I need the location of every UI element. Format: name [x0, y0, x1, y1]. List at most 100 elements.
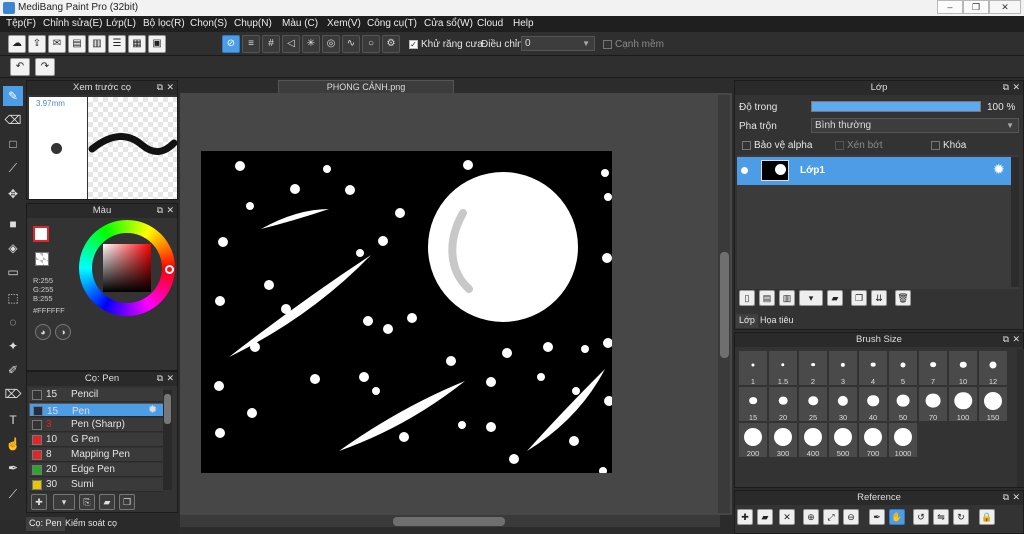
- hue-handle[interactable]: [165, 265, 174, 274]
- brush-item-edge-pen[interactable]: 20 Edge Pen: [29, 463, 163, 477]
- duplicate-layer-icon[interactable]: ❐: [851, 290, 867, 306]
- protect-alpha-checkbox[interactable]: [742, 141, 751, 150]
- vanish-snap-icon[interactable]: ◁: [282, 35, 300, 53]
- close-button[interactable]: ✕: [989, 0, 1021, 14]
- float-icon[interactable]: ⧉: [1003, 82, 1009, 93]
- dot-tool-icon[interactable]: ⟋: [3, 158, 23, 178]
- sharp-edge-checkbox[interactable]: [603, 40, 612, 49]
- brush-size-option[interactable]: 500: [829, 423, 857, 458]
- minimize-button[interactable]: –: [937, 0, 963, 14]
- adjust-select[interactable]: 0 ▼: [521, 36, 595, 51]
- brush-size-option[interactable]: 15: [739, 387, 767, 422]
- palette-settings-icon[interactable]: ◑: [55, 324, 71, 340]
- close-icon[interactable]: ✕: [166, 373, 174, 384]
- move-tool-icon[interactable]: ✥: [3, 184, 23, 204]
- hand-icon[interactable]: ✋: [889, 509, 905, 525]
- close-icon[interactable]: ✕: [1012, 334, 1020, 345]
- brush-tool-icon[interactable]: ✎: [3, 86, 23, 106]
- foreground-color-swatch[interactable]: [33, 226, 49, 242]
- brush-item-pencil[interactable]: 15 Pencil: [29, 388, 163, 402]
- select-eraser-tool-icon[interactable]: ⌦: [3, 384, 23, 404]
- brush-size-scrollbar[interactable]: [1017, 349, 1024, 487]
- menu-cloud[interactable]: Cloud: [477, 18, 503, 29]
- close-reference-icon[interactable]: ✕: [779, 509, 795, 525]
- brush-size-option[interactable]: 300: [769, 423, 797, 458]
- brush-size-option[interactable]: 1.5: [769, 351, 797, 386]
- brush-size-option[interactable]: 1: [739, 351, 767, 386]
- opacity-slider[interactable]: [811, 101, 981, 112]
- eyedropper-tool-icon[interactable]: ✒: [3, 458, 23, 478]
- menu-help[interactable]: Help: [513, 18, 534, 29]
- vertical-scroll-thumb[interactable]: [720, 252, 729, 358]
- menu-capture[interactable]: Chụp(N): [234, 18, 272, 29]
- undo-icon[interactable]: ↶: [10, 58, 30, 76]
- chat-icon[interactable]: ▤: [68, 35, 86, 53]
- ellipse-snap-icon[interactable]: ○: [362, 35, 380, 53]
- menu-tools[interactable]: Công cụ(T): [367, 18, 417, 29]
- brush-size-option[interactable]: 10: [949, 351, 977, 386]
- rotate-right-icon[interactable]: ↻: [953, 509, 969, 525]
- brush-size-option[interactable]: 30: [829, 387, 857, 422]
- bucket-tool-icon[interactable]: ◈: [3, 238, 23, 258]
- list-icon[interactable]: ☰: [108, 35, 126, 53]
- add-reference-icon[interactable]: ✚: [737, 509, 753, 525]
- lock-reference-icon[interactable]: 🔒: [979, 509, 995, 525]
- background-color-swatch[interactable]: [35, 252, 49, 266]
- tab-brush-control[interactable]: Kiểm soát cọ: [62, 517, 120, 531]
- float-icon[interactable]: ⧉: [157, 373, 163, 384]
- brush-size-option[interactable]: 200: [739, 423, 767, 458]
- rotate-left-icon[interactable]: ↺: [913, 509, 929, 525]
- open-folder-icon[interactable]: ▰: [757, 509, 773, 525]
- hue-wheel[interactable]: [79, 220, 175, 316]
- circle-snap-icon[interactable]: ◎: [322, 35, 340, 53]
- snap-off-icon[interactable]: ⊘: [222, 35, 240, 53]
- duplicate-icon[interactable]: ❐: [119, 494, 135, 510]
- canvas[interactable]: [201, 151, 612, 473]
- select-pen-tool-icon[interactable]: ✐: [3, 360, 23, 380]
- fit-view-icon[interactable]: ⤢: [823, 509, 839, 525]
- close-icon[interactable]: ✕: [166, 82, 174, 93]
- note-icon[interactable]: ▣: [148, 35, 166, 53]
- antialias-checkbox[interactable]: ✓: [409, 40, 418, 49]
- eraser-tool-icon[interactable]: ⌫: [3, 110, 23, 130]
- merge-layer-icon[interactable]: ⇊: [871, 290, 887, 306]
- menu-file[interactable]: Tệp(F): [6, 18, 36, 29]
- palette-icon[interactable]: ◕: [35, 324, 51, 340]
- divide-tool-icon[interactable]: ⟋: [3, 484, 23, 504]
- brush-size-option[interactable]: 400: [799, 423, 827, 458]
- folder-icon[interactable]: ▰: [99, 494, 115, 510]
- cloud-icon[interactable]: ☁: [8, 35, 26, 53]
- radial-snap-icon[interactable]: ✳: [302, 35, 320, 53]
- clipping-checkbox[interactable]: [835, 141, 844, 150]
- brush-size-option[interactable]: 1000: [889, 423, 917, 458]
- brush-size-option[interactable]: 40: [859, 387, 887, 422]
- menu-color[interactable]: Màu (C): [282, 18, 318, 29]
- add-layer-menu-icon[interactable]: ▾: [799, 290, 823, 306]
- tab-pattern[interactable]: Họa tiêu: [757, 314, 797, 328]
- float-icon[interactable]: ⧉: [157, 82, 163, 93]
- new-layer-icon[interactable]: ▯: [739, 290, 755, 306]
- gradient-tool-icon[interactable]: ▭: [3, 262, 23, 282]
- tab-brush[interactable]: Cọ: Pen: [26, 517, 65, 531]
- layer-list-scrollbar[interactable]: [1011, 157, 1019, 287]
- visibility-icon[interactable]: [741, 167, 748, 174]
- brush-size-option[interactable]: 12: [979, 351, 1007, 386]
- share-icon[interactable]: ⇪: [28, 35, 46, 53]
- comment-icon[interactable]: ✉: [48, 35, 66, 53]
- gear-icon[interactable]: ✹: [148, 404, 157, 417]
- brush-size-option[interactable]: 700: [859, 423, 887, 458]
- parallel-snap-icon[interactable]: ≡: [242, 35, 260, 53]
- operation-tool-icon[interactable]: ☝: [3, 434, 23, 454]
- brush-size-option[interactable]: 5: [889, 351, 917, 386]
- eyedropper-icon[interactable]: ✒: [869, 509, 885, 525]
- zoom-out-icon[interactable]: ⊖: [843, 509, 859, 525]
- layer-row[interactable]: Lớp1 ✹: [737, 157, 1019, 185]
- new-folder-icon[interactable]: ▰: [827, 290, 843, 306]
- float-icon[interactable]: ⧉: [157, 205, 163, 216]
- add-brush-icon[interactable]: ✚: [31, 494, 47, 510]
- brush-item-sumi[interactable]: 30 Sumi: [29, 478, 163, 492]
- brush-list-scrollbar[interactable]: [163, 390, 172, 490]
- float-icon[interactable]: ⧉: [1003, 492, 1009, 503]
- menu-select[interactable]: Chọn(S): [190, 18, 227, 29]
- brush-size-option[interactable]: 150: [979, 387, 1007, 422]
